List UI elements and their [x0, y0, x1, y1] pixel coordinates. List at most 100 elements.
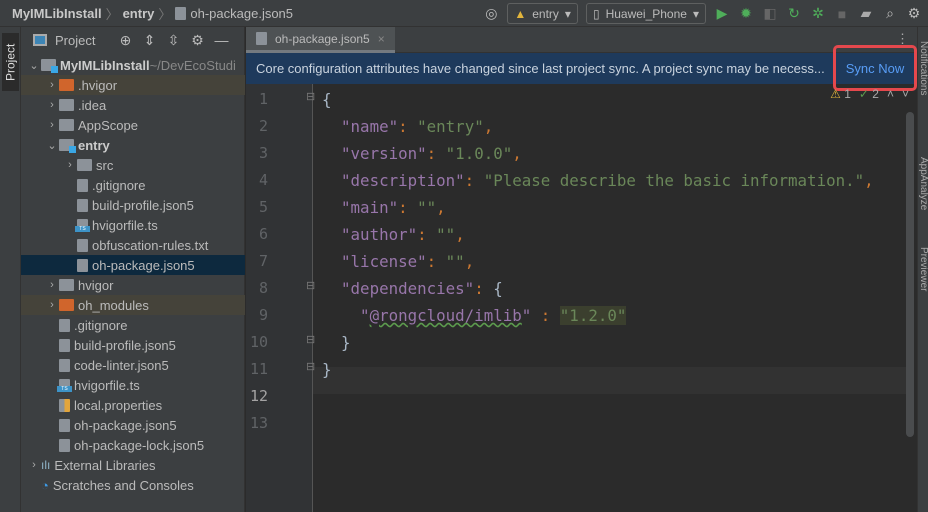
vertical-scrollbar[interactable]: [906, 112, 914, 437]
code-line[interactable]: }: [322, 329, 351, 356]
chevron-right-icon[interactable]: ›: [45, 279, 59, 291]
chevron-right-icon[interactable]: ›: [63, 159, 77, 171]
breadcrumb-file[interactable]: oh-package.json5: [190, 6, 293, 21]
tree-item[interactable]: › ılı External Libraries: [21, 455, 245, 475]
close-icon[interactable]: ×: [378, 32, 385, 46]
code-token: }: [322, 360, 332, 379]
tree-item[interactable]: build-profile.json5: [21, 195, 245, 215]
locate-icon[interactable]: ◎: [483, 5, 499, 22]
search-icon[interactable]: ⌕: [882, 5, 898, 22]
previous-highlight-icon[interactable]: ˄: [887, 87, 894, 101]
fold-icon[interactable]: ⊟: [306, 90, 315, 103]
chevron-right-icon[interactable]: ›: [45, 299, 59, 311]
settings-icon[interactable]: ⚙: [906, 5, 922, 22]
tree-item[interactable]: › .hvigor: [21, 75, 245, 95]
fold-icon[interactable]: ⊟: [306, 279, 315, 292]
tree-item[interactable]: ⌄ MyIMLibInstall ~/DevEcoStudi: [21, 55, 245, 75]
run-icon[interactable]: ▶: [714, 5, 730, 22]
code-line[interactable]: "author": "",: [322, 221, 465, 248]
tree-item[interactable]: ◔ Scratches and Consoles: [21, 475, 245, 495]
tree-item[interactable]: hvigorfile.ts: [21, 375, 245, 395]
warning-icon: ⚠: [830, 87, 841, 101]
chevron-down-icon: ▾: [692, 6, 699, 21]
tree-item[interactable]: .gitignore: [21, 315, 245, 335]
settings-icon[interactable]: ⚙: [189, 32, 205, 48]
chevron-right-icon[interactable]: ›: [45, 99, 59, 111]
code-line[interactable]: "description": "Please describe the basi…: [322, 167, 874, 194]
sync-now-button[interactable]: Sync Now: [833, 45, 917, 91]
debug-icon[interactable]: ✹: [738, 5, 754, 22]
tree-item[interactable]: obfuscation-rules.txt: [21, 235, 245, 255]
navigation-bar: MyIMLibInstall 〉 entry 〉 oh-package.json5 …: [0, 0, 928, 27]
attach-debugger-icon[interactable]: ✲: [810, 5, 826, 22]
inspection-widget[interactable]: ⚠ 1 ✓ 2 ˄ ˅: [830, 87, 909, 101]
code-token: :: [398, 198, 418, 217]
tree-item[interactable]: › hvigor: [21, 275, 245, 295]
notifications-tool-button[interactable]: Notifications: [918, 41, 928, 95]
folder-icon: [59, 79, 74, 91]
line-number: 2: [258, 117, 268, 135]
tree-item[interactable]: oh-package.json5: [21, 255, 245, 275]
fold-icon[interactable]: ⊟: [306, 360, 315, 373]
code-line[interactable]: }: [322, 356, 332, 383]
project-tool-button[interactable]: Project: [2, 33, 19, 91]
breadcrumb-project[interactable]: MyIMLibInstall: [12, 6, 102, 21]
tree-item[interactable]: local.properties: [21, 395, 245, 415]
select-opened-file-icon[interactable]: ⊕: [117, 32, 133, 48]
tree-item[interactable]: oh-package.json5: [21, 415, 245, 435]
chevron-right-icon[interactable]: ›: [27, 459, 41, 471]
code-token: :: [426, 144, 446, 163]
tree-item[interactable]: build-profile.json5: [21, 335, 245, 355]
tree-item[interactable]: › .idea: [21, 95, 245, 115]
chevron-down-icon: ▾: [564, 6, 571, 21]
tree-item-label: hvigor: [78, 277, 114, 293]
module-select[interactable]: ▲ entry ▾: [507, 3, 578, 24]
chevron-down-icon[interactable]: ⌄: [27, 59, 41, 72]
editor-tab[interactable]: oh-package.json5 ×: [246, 27, 395, 53]
code-line[interactable]: "dependencies": {: [322, 275, 503, 302]
stop-icon[interactable]: ■: [834, 6, 850, 22]
code-line[interactable]: "license": "",: [322, 248, 474, 275]
previewer-tool-button[interactable]: Previewer: [918, 247, 928, 291]
fold-icon[interactable]: ⊟: [306, 333, 315, 346]
next-highlight-icon[interactable]: ˅: [902, 87, 909, 101]
chevron-down-icon[interactable]: ⌄: [45, 139, 59, 152]
tree-item[interactable]: › oh_modules: [21, 295, 245, 315]
breadcrumb: MyIMLibInstall 〉 entry 〉 oh-package.json5: [12, 5, 294, 22]
apply-changes-icon[interactable]: ↻: [786, 5, 802, 22]
line-number: 11: [249, 360, 268, 378]
code-line[interactable]: "@rongcloud/imlib" : "1.2.0": [322, 302, 627, 329]
tree-item[interactable]: oh-package-lock.json5: [21, 435, 245, 455]
code-token: "entry": [417, 117, 484, 136]
folder-icon: [59, 279, 74, 291]
collapse-all-icon[interactable]: ⇳: [165, 32, 181, 48]
profile-icon[interactable]: ◧: [762, 5, 778, 22]
editor: oh-package.json5 × ⋮ Core configuration …: [246, 27, 917, 512]
code-line[interactable]: "name": "entry",: [322, 113, 493, 140]
tree-item[interactable]: › AppScope: [21, 115, 245, 135]
code-line[interactable]: {: [322, 86, 332, 113]
code-line[interactable]: "version": "1.0.0",: [322, 140, 522, 167]
code-line[interactable]: "main": "",: [322, 194, 446, 221]
tree-item[interactable]: › src: [21, 155, 245, 175]
tree-item[interactable]: ⌄ entry: [21, 135, 245, 155]
appanalyze-tool-button[interactable]: AppAnalyze: [918, 157, 928, 210]
editor-tabs: oh-package.json5 × ⋮: [246, 27, 917, 53]
tree-item[interactable]: .gitignore: [21, 175, 245, 195]
chevron-right-icon[interactable]: ›: [45, 79, 59, 91]
code-token: "": [445, 252, 465, 271]
hide-icon[interactable]: —: [213, 32, 229, 48]
tree-item[interactable]: hvigorfile.ts: [21, 215, 245, 235]
expand-all-icon[interactable]: ⇕: [141, 32, 157, 48]
right-tool-strip: Notifications AppAnalyze Previewer: [917, 27, 928, 512]
chevron-right-icon[interactable]: ›: [45, 119, 59, 131]
json-file-icon: [59, 438, 70, 452]
project-structure-icon[interactable]: ▰: [858, 5, 874, 22]
typo-icon: ✓: [858, 87, 869, 101]
project-panel-title[interactable]: Project: [55, 33, 95, 48]
device-select[interactable]: ▯ Huawei_Phone ▾: [585, 3, 706, 24]
breadcrumb-module[interactable]: entry: [123, 6, 155, 21]
tree-item[interactable]: code-linter.json5: [21, 355, 245, 375]
